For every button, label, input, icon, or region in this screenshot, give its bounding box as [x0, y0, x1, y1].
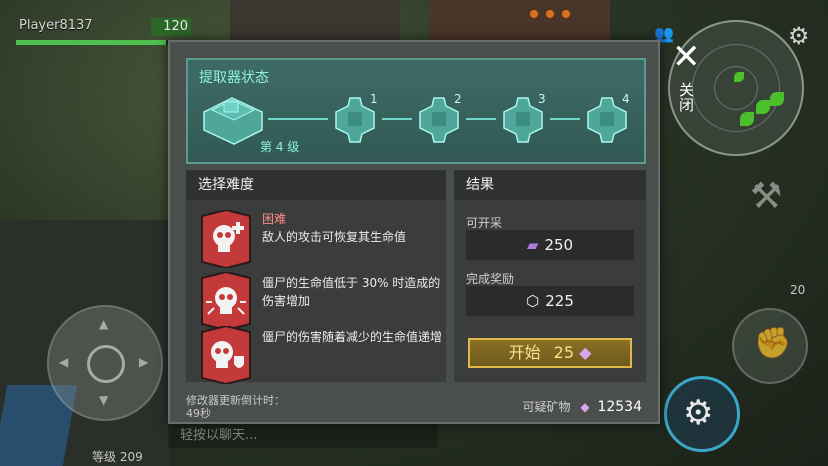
extractor-base-icon: [203, 97, 263, 145]
skull-heal-icon: [201, 210, 251, 268]
modifier-row: 僵尸的伤害随着减少的生命值递增: [200, 326, 443, 386]
difficulty-panel: 选择难度 困难 敌人的攻击可恢复其生命值 僵尸的生命值低于 30% 时造成的伤害…: [186, 170, 446, 384]
chat-input[interactable]: 轻按以聊天...: [168, 424, 438, 448]
background-building: [230, 0, 400, 43]
extractor-dialog: 提取器状态 第 4 级 1 2 3 4 选择难度 困难 敌人的攻击可恢复其生命值…: [168, 40, 660, 424]
stage-number: 4: [622, 92, 630, 106]
status-title: 提取器状态: [199, 70, 269, 86]
progress-connector: [382, 118, 412, 120]
tier-label: 第 4 级: [260, 140, 300, 154]
stage-number: 1: [370, 92, 378, 106]
timer-value: 49秒: [186, 407, 211, 420]
health-bar-fill: [16, 40, 166, 45]
ore-balance: 可疑矿物 ◆ 12534: [523, 398, 642, 415]
mineable-value: 250: [544, 236, 574, 254]
result-panel: 结果 可开采 ▰ 250 完成奖励 ⬡ 225 开始 25 ◆: [454, 170, 646, 382]
player-level-value: 120: [151, 18, 191, 36]
settings-gear-icon[interactable]: ⚙: [788, 22, 810, 50]
reward-value-box: ⬡ 225: [466, 286, 634, 316]
difficulty-level-title: 困难: [262, 212, 287, 226]
map-marker-icon: [740, 112, 754, 126]
reward-hexagon-icon: ⬡: [526, 292, 540, 310]
ore-bar-icon: ▰: [526, 236, 539, 254]
joystick-knob[interactable]: [87, 345, 125, 383]
crystal-icon: ◆: [579, 343, 592, 362]
attack-button[interactable]: ✊: [732, 308, 808, 384]
close-icon[interactable]: ✕: [672, 40, 701, 74]
level-label: 等级 209: [92, 450, 143, 464]
joystick-right-arrow-icon: ▶: [139, 355, 149, 369]
movement-joystick[interactable]: ▲ ▼ ◀ ▶: [47, 305, 163, 421]
joystick-down-arrow-icon: ▼: [99, 393, 109, 407]
close-label[interactable]: 关闭: [676, 82, 697, 112]
progress-connector: [268, 118, 328, 120]
modifier-text: 僵尸的生命值低于 30% 时造成的伤害增加: [262, 276, 441, 308]
player-name: Player8137: [19, 18, 93, 33]
stage-number: 2: [454, 92, 462, 106]
reward-value: 225: [545, 292, 574, 310]
difficulty-header: 选择难度: [186, 170, 446, 200]
map-marker-icon: [756, 100, 770, 114]
modifier-row: 困难 敌人的攻击可恢复其生命值: [200, 210, 440, 270]
map-marker-icon: [770, 92, 784, 106]
start-cost: 25: [553, 343, 575, 362]
ore-label: 可疑矿物: [522, 400, 571, 414]
joystick-left-arrow-icon: ◀: [59, 355, 69, 369]
mineable-label: 可开采: [466, 216, 503, 230]
build-hammer-icon[interactable]: ⚒: [750, 176, 782, 217]
reward-label: 完成奖励: [466, 272, 515, 286]
ammo-count: 20: [790, 283, 806, 297]
player-marker-icon: [734, 72, 744, 82]
progress-connector: [550, 118, 580, 120]
ore-value: 12534: [597, 399, 642, 415]
background-crate: [430, 0, 610, 40]
joystick-up-arrow-icon: ▲: [99, 317, 109, 331]
result-header: 结果: [454, 170, 646, 200]
extractor-status-panel: 提取器状态 第 4 级 1 2 3 4: [186, 58, 646, 164]
mineable-value-box: ▰ 250: [466, 230, 634, 260]
progress-connector: [466, 118, 496, 120]
modifier-text: 敌人的攻击可恢复其生命值: [262, 230, 407, 244]
skull-burst-icon: [201, 272, 251, 330]
crystal-icon: ◆: [580, 400, 590, 414]
modifier-timer: 修改器更新倒计时： 49秒: [186, 394, 285, 420]
modifier-row: 僵尸的生命值低于 30% 时造成的伤害增加: [200, 272, 440, 332]
timer-label: 修改器更新倒计时：: [186, 394, 285, 407]
gears-icon: ⚙: [683, 393, 714, 433]
modifier-text: 僵尸的伤害随着减少的生命值递增: [262, 330, 443, 344]
skull-shield-icon: [201, 326, 251, 384]
fist-icon: ✊: [754, 326, 792, 361]
start-button[interactable]: 开始 25 ◆: [468, 338, 632, 368]
start-label: 开始: [508, 343, 541, 362]
crafting-button[interactable]: ⚙: [664, 376, 740, 452]
stage-number: 3: [538, 92, 546, 106]
